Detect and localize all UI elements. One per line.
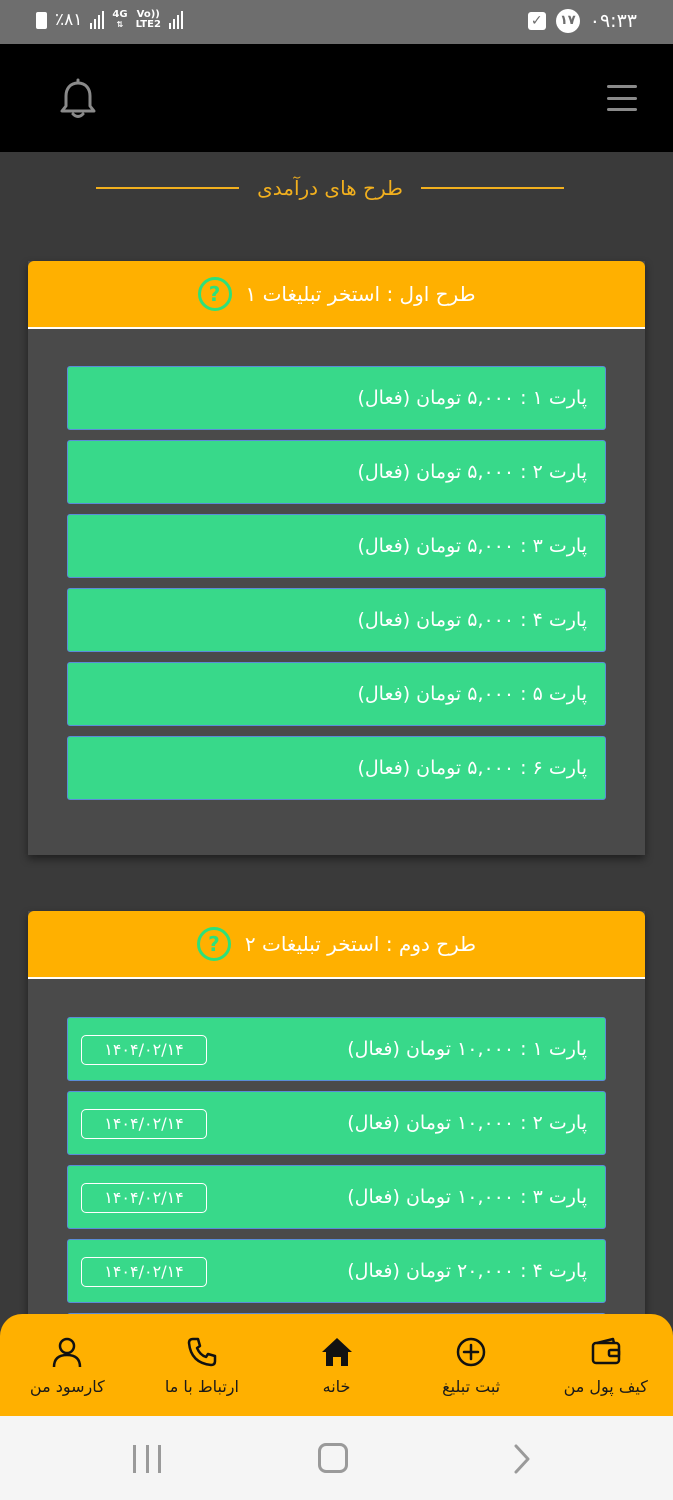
- part-item[interactable]: پارت ۱ : ۱۰,۰۰۰ تومان (فعال) ۱۴۰۴/۰۲/۱۴: [67, 1017, 606, 1081]
- part-item[interactable]: پارت ۵ : ۵,۰۰۰ تومان (فعال): [67, 662, 606, 726]
- part-date-badge: ۱۴۰۴/۰۲/۱۴: [81, 1109, 207, 1139]
- home-button-icon[interactable]: [318, 1443, 348, 1473]
- part-item[interactable]: پارت ۳ : ۱۰,۰۰۰ تومان (فعال) ۱۴۰۴/۰۲/۱۴: [67, 1165, 606, 1229]
- nav-home[interactable]: خانه: [272, 1335, 402, 1396]
- nav-submit-ad[interactable]: ثبت تبلیغ: [406, 1335, 536, 1396]
- part-date-badge: ۱۴۰۴/۰۲/۱۴: [81, 1035, 207, 1065]
- part-item[interactable]: پارت ۲ : ۵,۰۰۰ تومان (فعال): [67, 440, 606, 504]
- app-header: [0, 44, 673, 152]
- plan-title: طرح دوم : استخر تبلیغات ۲: [244, 932, 477, 956]
- nav-wallet[interactable]: کیف پول من: [541, 1335, 671, 1396]
- system-nav-bar: [0, 1416, 673, 1500]
- plan-card-2: طرح دوم : استخر تبلیغات ۲ ? پارت ۱ : ۱۰,…: [28, 911, 645, 1377]
- part-label: پارت ۱ : ۱۰,۰۰۰ تومان (فعال): [347, 1038, 587, 1060]
- plan-card-header: طرح اول : استخر تبلیغات ۱ ?: [28, 261, 645, 329]
- clock: ۰۹:۳۳: [589, 10, 637, 32]
- nav-label: کارسود من: [29, 1376, 105, 1396]
- nav-label: ارتباط با ما: [164, 1376, 239, 1396]
- signal-icon-2: [168, 11, 183, 29]
- plan-card-header: طرح دوم : استخر تبلیغات ۲ ?: [28, 911, 645, 979]
- plus-circle-icon: [456, 1337, 486, 1366]
- part-label: پارت ۳ : ۱۰,۰۰۰ تومان (فعال): [347, 1186, 587, 1208]
- nav-label: خانه: [322, 1376, 351, 1396]
- help-icon[interactable]: ?: [196, 927, 231, 961]
- nav-label: کیف پول من: [563, 1376, 648, 1396]
- wallet-icon: [591, 1337, 620, 1364]
- check-notification-icon: ✓: [527, 12, 546, 30]
- part-item[interactable]: پارت ۳ : ۵,۰۰۰ تومان (فعال): [67, 514, 606, 578]
- volte-indicator: Vo)) LTE2: [135, 9, 161, 30]
- bottom-nav: کیف پول من ثبت تبلیغ خانه ارتباط با ما ک…: [0, 1314, 673, 1416]
- plan-title: طرح اول : استخر تبلیغات ۱: [245, 282, 476, 306]
- title-divider-right: [420, 187, 565, 189]
- home-icon: [321, 1337, 352, 1366]
- part-label: پارت ۲ : ۱۰,۰۰۰ تومان (فعال): [347, 1112, 587, 1134]
- part-item[interactable]: پارت ۴ : ۲۰,۰۰۰ تومان (فعال) ۱۴۰۴/۰۲/۱۴: [67, 1239, 606, 1303]
- nav-contact[interactable]: ارتباط با ما: [137, 1335, 267, 1396]
- title-divider-left: [96, 187, 240, 189]
- notification-count-badge: ۱۷: [555, 9, 580, 33]
- part-item[interactable]: پارت ۶ : ۵,۰۰۰ تومان (فعال): [67, 736, 606, 800]
- network-type: 4G ⇅: [112, 9, 128, 30]
- part-label: پارت ۳ : ۵,۰۰۰ تومان (فعال): [357, 535, 587, 557]
- part-label: پارت ۵ : ۵,۰۰۰ تومان (فعال): [357, 683, 587, 705]
- part-label: پارت ۱ : ۵,۰۰۰ تومان (فعال): [357, 387, 587, 409]
- plan-card-1: طرح اول : استخر تبلیغات ۱ ? پارت ۱ : ۵,۰…: [28, 261, 645, 855]
- part-label: پارت ۲ : ۵,۰۰۰ تومان (فعال): [357, 461, 587, 483]
- part-date-badge: ۱۴۰۴/۰۲/۱۴: [81, 1183, 207, 1213]
- battery-level: ٪۸۱: [55, 10, 83, 30]
- nav-profile[interactable]: کارسود من: [2, 1335, 132, 1396]
- back-chevron-icon[interactable]: [508, 1442, 536, 1476]
- section-title: طرح های درآمدی: [96, 170, 565, 206]
- part-item[interactable]: پارت ۱ : ۵,۰۰۰ تومان (فعال): [67, 366, 606, 430]
- part-item[interactable]: پارت ۴ : ۵,۰۰۰ تومان (فعال): [67, 588, 606, 652]
- signal-icon: [90, 11, 105, 29]
- help-icon[interactable]: ?: [197, 277, 232, 311]
- part-label: پارت ۶ : ۵,۰۰۰ تومان (فعال): [357, 757, 587, 779]
- hamburger-icon[interactable]: [607, 85, 637, 111]
- section-title-text: طرح های درآمدی: [257, 176, 403, 200]
- bell-icon[interactable]: [58, 78, 98, 120]
- battery-icon: [36, 11, 47, 29]
- part-label: پارت ۴ : ۲۰,۰۰۰ تومان (فعال): [347, 1260, 587, 1282]
- status-bar: ٪۸۱ 4G ⇅ Vo)) LTE2 ✓ ۱۷ ۰۹:۳۳: [0, 0, 673, 44]
- user-icon: [53, 1337, 82, 1367]
- part-label: پارت ۴ : ۵,۰۰۰ تومان (فعال): [357, 609, 587, 631]
- phone-icon: [187, 1337, 217, 1366]
- recent-apps-icon[interactable]: [133, 1445, 161, 1473]
- part-item[interactable]: پارت ۲ : ۱۰,۰۰۰ تومان (فعال) ۱۴۰۴/۰۲/۱۴: [67, 1091, 606, 1155]
- nav-label: ثبت تبلیغ: [442, 1376, 501, 1396]
- parts-list: پارت ۱ : ۵,۰۰۰ تومان (فعال) پارت ۲ : ۵,۰…: [67, 366, 606, 810]
- part-date-badge: ۱۴۰۴/۰۲/۱۴: [81, 1257, 207, 1287]
